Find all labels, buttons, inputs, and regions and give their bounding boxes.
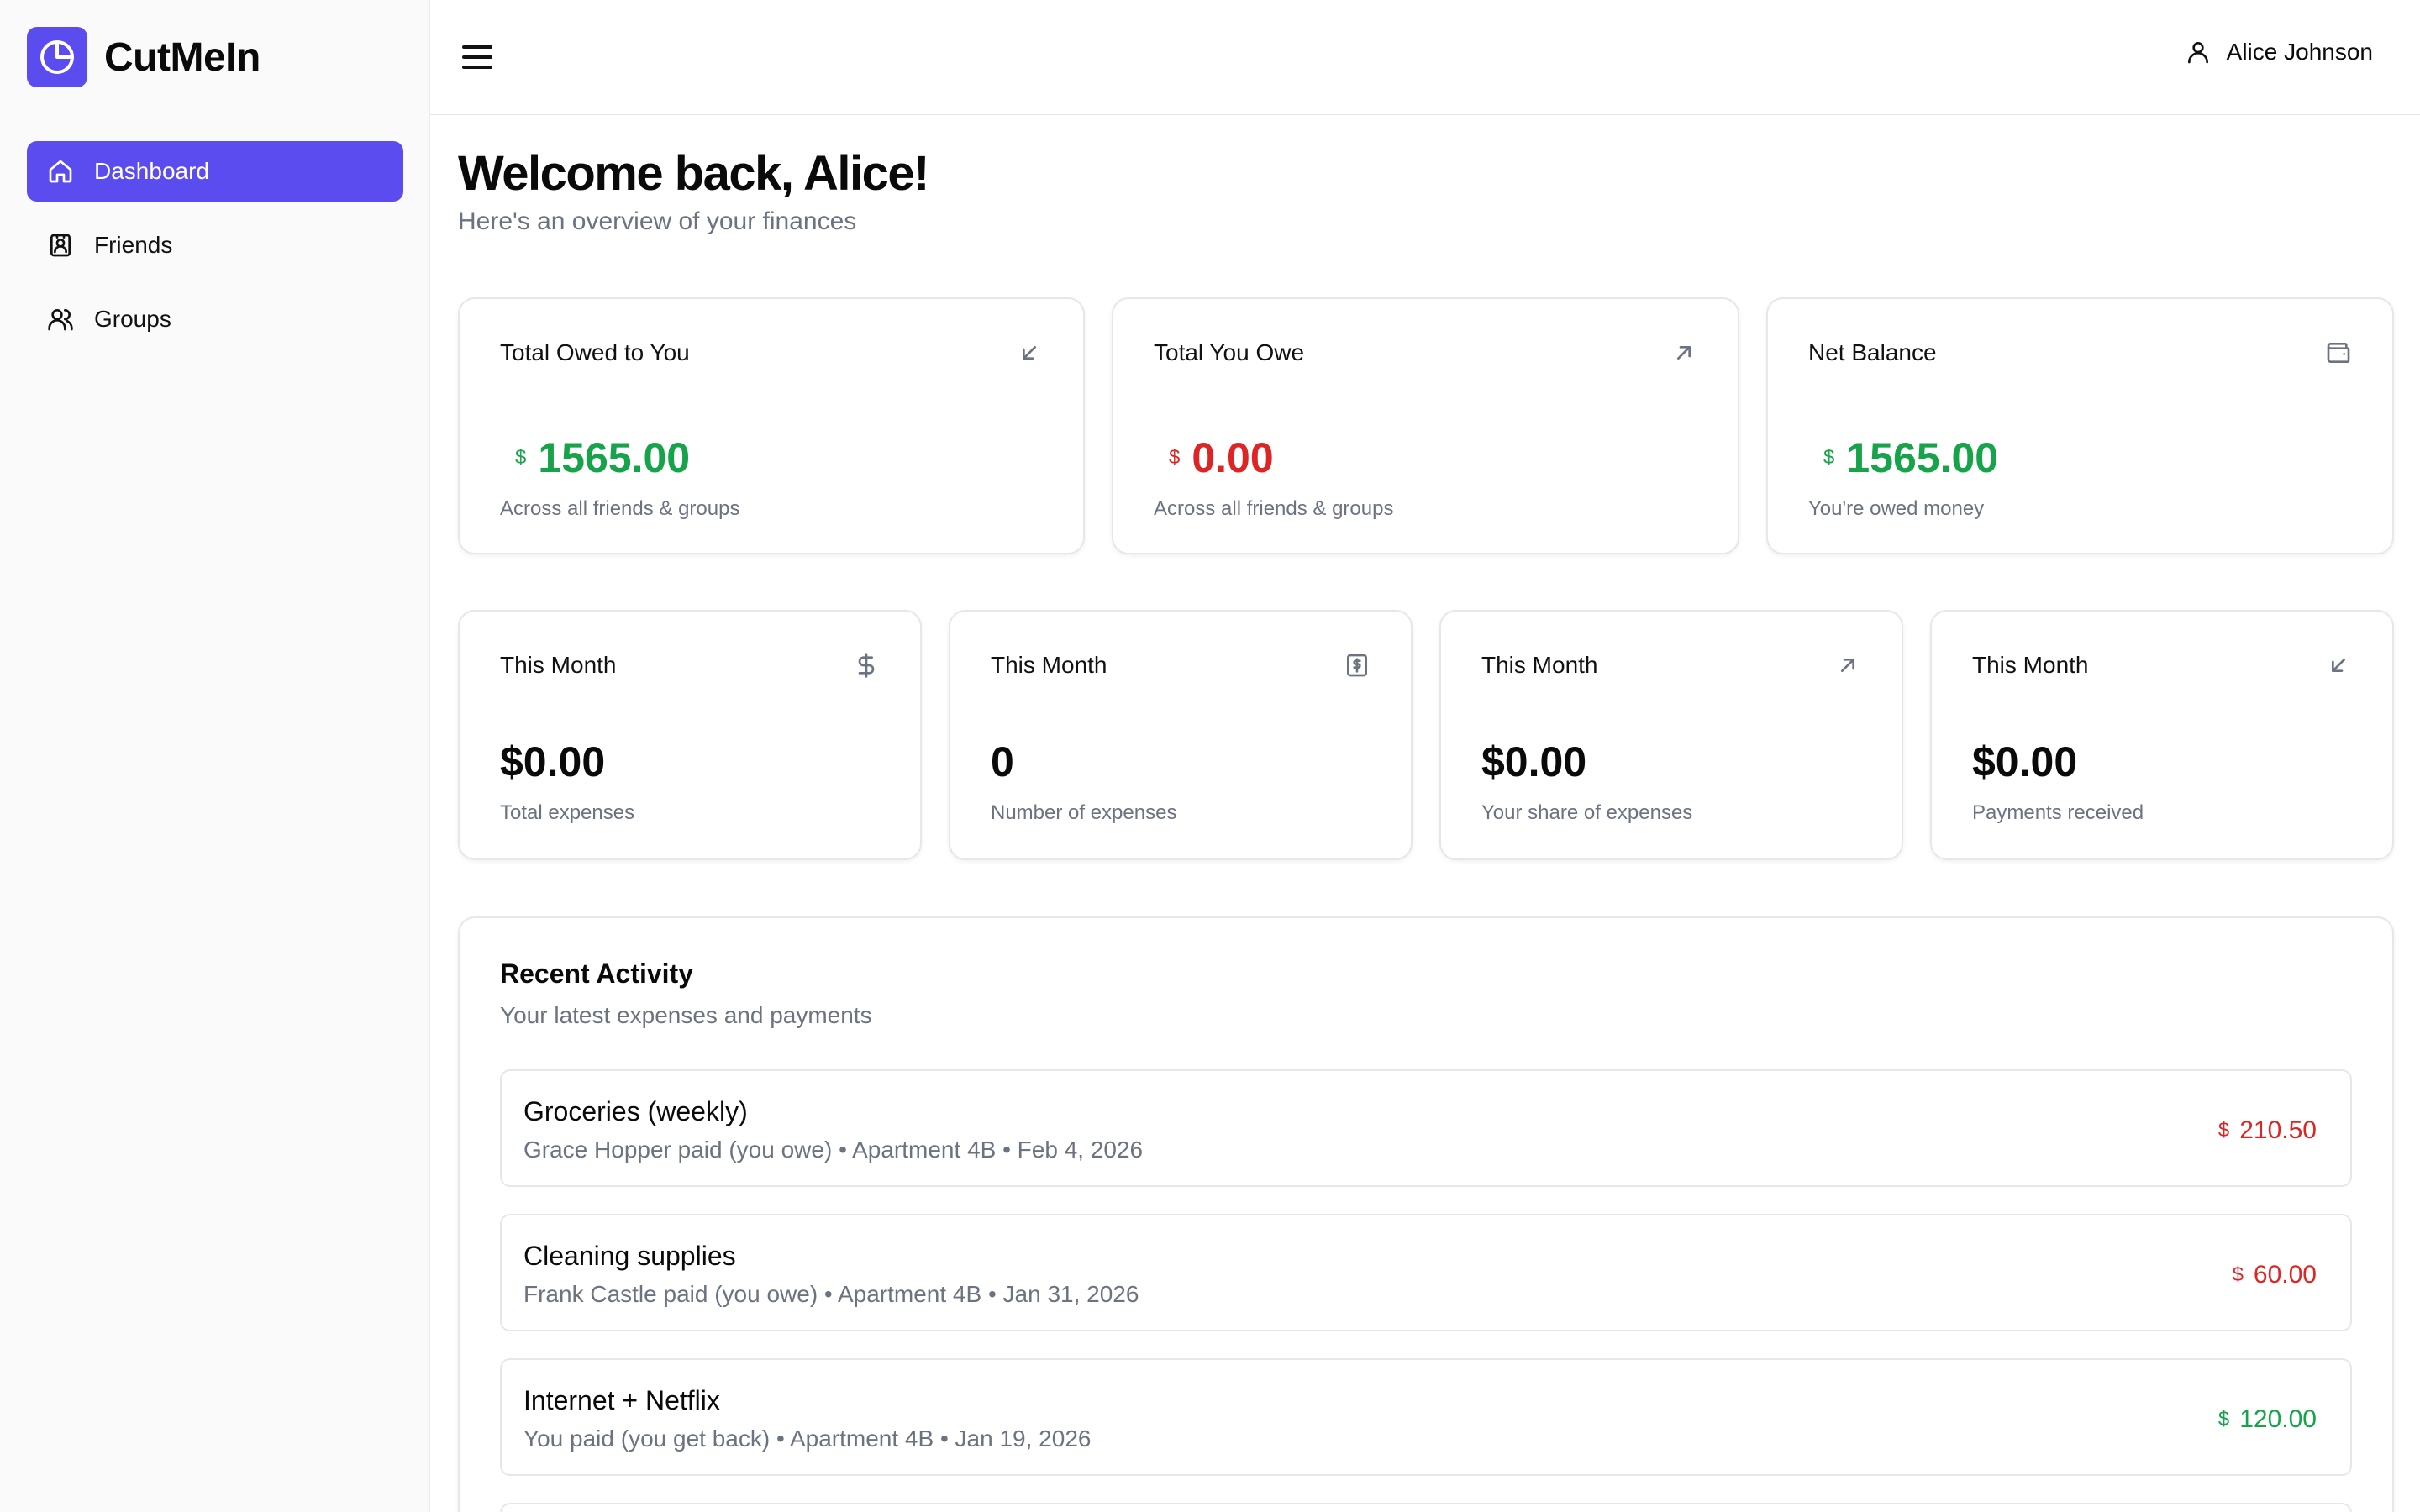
amount: 210.50 <box>2239 1116 2317 1144</box>
sidebar-item-label: Groups <box>94 306 171 332</box>
sidebar-item-groups[interactable]: Groups <box>27 289 403 349</box>
user-menu[interactable]: Alice Johnson <box>2185 39 2373 66</box>
card-title: This Month <box>1972 652 2089 678</box>
main-content: Welcome back, Alice! Here's an overview … <box>430 115 2420 1512</box>
stat-value: $ 0.00 <box>1169 433 1274 482</box>
arrow-up-right-icon <box>1834 652 1861 679</box>
activity-item[interactable]: Groceries (weekly) Grace Hopper paid (yo… <box>500 1069 2352 1187</box>
card-title: This Month <box>500 652 617 678</box>
stat-value: $0.00 <box>1972 738 2078 785</box>
page-title: Welcome back, Alice! <box>458 146 929 201</box>
contact-card-icon <box>47 232 74 259</box>
activity-title: Groceries (weekly) <box>523 1096 748 1126</box>
section-subtitle: Your latest expenses and payments <box>500 1002 872 1028</box>
card-title: Net Balance <box>1808 339 1937 365</box>
currency-symbol: $ <box>1823 446 1835 469</box>
arrow-up-right-icon <box>1670 339 1697 366</box>
card-caption: Across all friends & groups <box>500 497 740 520</box>
sidebar-nav: Dashboard Friends Groups <box>27 141 403 363</box>
sidebar: CutMeIn Dashboard Friends Groups <box>0 0 430 1512</box>
arrow-down-left-icon <box>1016 339 1043 366</box>
currency-symbol: $ <box>515 446 527 469</box>
card-title: This Month <box>991 652 1107 678</box>
activity-item[interactable]: Internet + Netflix You paid (you get bac… <box>500 1358 2352 1476</box>
user-name: Alice Johnson <box>2226 39 2373 65</box>
amount: 120.00 <box>2239 1405 2317 1433</box>
activity-item[interactable]: Cleaning supplies Frank Castle paid (you… <box>500 1214 2352 1331</box>
activity-amount: $ 210.50 <box>2218 1116 2317 1145</box>
currency-symbol: $ <box>2217 1119 2230 1142</box>
arrow-down-left-icon <box>2325 652 2352 679</box>
card-caption: Payments received <box>1972 801 2144 824</box>
card-title: Total You Owe <box>1154 339 1305 365</box>
activity-amount: $ 60.00 <box>2233 1261 2317 1289</box>
month-expense-count-card: This Month 0 Number of expenses <box>949 610 1413 860</box>
pie-chart-icon <box>27 27 87 87</box>
month-your-share-card: This Month $0.00 Your share of expenses <box>1439 610 1903 860</box>
sidebar-item-label: Friends <box>94 232 173 258</box>
home-icon <box>47 158 74 185</box>
wallet-icon <box>2325 339 2352 366</box>
sidebar-item-dashboard[interactable]: Dashboard <box>27 141 403 202</box>
activity-meta: Grace Hopper paid (you owe) • Apartment … <box>523 1137 1144 1163</box>
receipt-icon <box>1344 652 1370 679</box>
amount: 0.00 <box>1192 434 1274 481</box>
amount: 1565.00 <box>538 434 691 481</box>
amount: 1565.00 <box>1846 434 1999 481</box>
page-subtitle: Here's an overview of your finances <box>458 207 857 235</box>
card-caption: Your share of expenses <box>1481 801 1693 824</box>
hamburger-menu-icon[interactable] <box>457 37 497 77</box>
card-caption: Across all friends & groups <box>1154 497 1394 520</box>
card-caption: Total expenses <box>500 801 635 824</box>
users-icon <box>47 306 74 333</box>
section-title: Recent Activity <box>500 958 693 989</box>
sidebar-item-friends[interactable]: Friends <box>27 215 403 276</box>
recent-activity-panel: Recent Activity Your latest expenses and… <box>458 916 2394 1512</box>
activity-list: Groceries (weekly) Grace Hopper paid (yo… <box>500 1069 2352 1512</box>
stat-value: $0.00 <box>500 738 606 785</box>
dollar-icon <box>853 652 880 679</box>
total-owed-to-you-card: Total Owed to You $ 1565.00 Across all f… <box>458 297 1085 554</box>
activity-title: Cleaning supplies <box>523 1241 736 1271</box>
total-you-owe-card: Total You Owe $ 0.00 Across all friends … <box>1112 297 1739 554</box>
top-bar: Alice Johnson <box>430 0 2420 115</box>
card-caption: You're owed money <box>1808 497 1985 520</box>
currency-symbol: $ <box>1169 446 1181 469</box>
net-balance-card: Net Balance $ 1565.00 You're owed money <box>1766 297 2394 554</box>
month-total-expenses-card: This Month $0.00 Total expenses <box>458 610 922 860</box>
currency-symbol: $ <box>2232 1263 2244 1286</box>
currency-symbol: $ <box>2217 1408 2230 1431</box>
activity-meta: Frank Castle paid (you owe) • Apartment … <box>523 1281 1139 1307</box>
activity-title: Internet + Netflix <box>523 1385 720 1415</box>
stat-value: $ 1565.00 <box>515 433 690 482</box>
stat-value: $ 1565.00 <box>1823 433 1998 482</box>
activity-item[interactable] <box>500 1503 2352 1512</box>
activity-meta: You paid (you get back) • Apartment 4B •… <box>523 1425 1092 1452</box>
sidebar-item-label: Dashboard <box>94 158 209 184</box>
amount: 60.00 <box>2253 1261 2317 1289</box>
card-title: Total Owed to You <box>500 339 690 365</box>
card-caption: Number of expenses <box>991 801 1177 824</box>
stat-value: 0 <box>991 738 1014 785</box>
brand[interactable]: CutMeIn <box>27 27 260 87</box>
user-icon <box>2185 39 2212 66</box>
stat-value: $0.00 <box>1481 738 1587 785</box>
activity-amount: $ 120.00 <box>2218 1405 2317 1434</box>
app-name: CutMeIn <box>104 34 260 80</box>
month-payments-received-card: This Month $0.00 Payments received <box>1930 610 2394 860</box>
card-title: This Month <box>1481 652 1598 678</box>
